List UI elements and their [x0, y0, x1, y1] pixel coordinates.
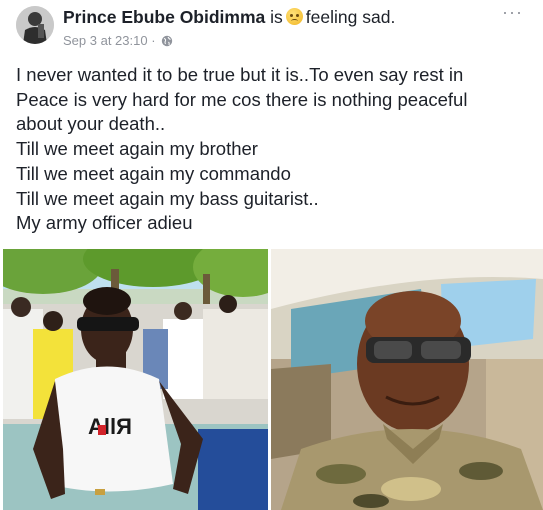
photo-young-man-sunglasses[interactable]: AllЯ [3, 249, 268, 510]
more-options-icon[interactable]: ··· [502, 2, 523, 22]
post-line: Peace is very hard for me cos there is n… [16, 88, 468, 110]
post-header-line: Prince Ebube Obidimma is feeling sad. [63, 5, 395, 29]
status-verb: is [270, 7, 283, 27]
post-meta: Sep 3 at 23:10 · [63, 32, 173, 52]
post-line: Till we meet again my commando [16, 162, 291, 184]
sad-emoji-icon [285, 8, 303, 25]
post-line: Till we meet again my brother [16, 138, 258, 160]
author-name[interactable]: Prince Ebube Obidimma [63, 7, 265, 27]
feeling-text: feeling sad. [305, 7, 396, 27]
post-line: My army officer adieu [16, 212, 193, 234]
post-line: I never wanted it to be true but it is..… [16, 64, 464, 85]
photo-soldier-sunglasses[interactable] [271, 249, 543, 510]
post-timestamp[interactable]: Sep 3 at 23:10 [63, 33, 148, 48]
svg-text:AllЯ: AllЯ [88, 414, 132, 439]
author-avatar[interactable] [16, 6, 54, 44]
meta-separator: · [151, 33, 156, 48]
facebook-post: Prince Ebube Obidimma is feeling sad. Sep… [0, 0, 543, 510]
post-line: about your death.. [16, 113, 166, 135]
post-body: I never wanted it to be true but it is..… [16, 63, 531, 236]
post-line: Till we meet again my bass guitarist.. [16, 187, 319, 209]
globe-icon[interactable] [161, 34, 173, 52]
